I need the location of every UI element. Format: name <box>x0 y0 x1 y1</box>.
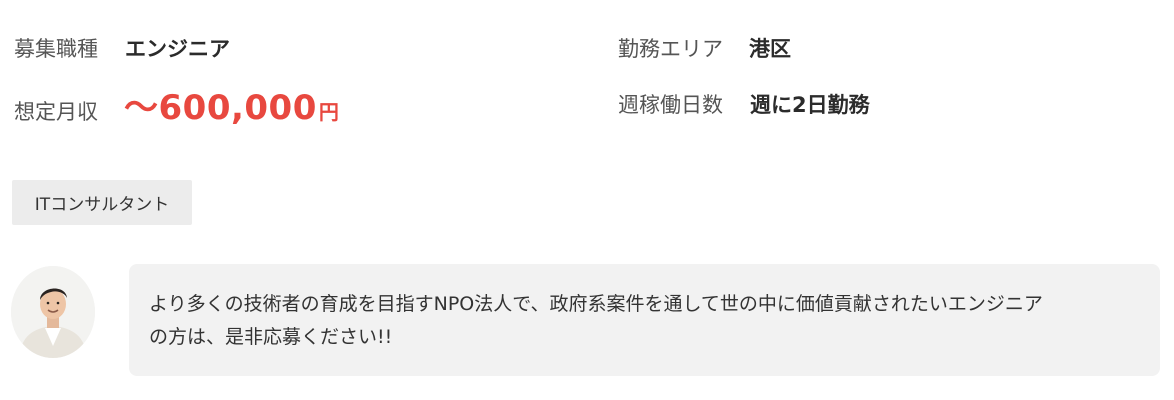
salary-amount: 〜600,000 <box>124 88 317 128</box>
workdays-value: 週に2日勤務 <box>750 93 870 117</box>
recruiter-message: より多くの技術者の育成を目指すNPO法人で、政府系案件を通して世の中に価値貢献さ… <box>129 264 1160 376</box>
work-area-row: 勤務エリア 港区 <box>618 33 791 63</box>
job-category-value: エンジニア <box>125 37 230 61</box>
job-category-row: 募集職種 エンジニア <box>14 33 230 63</box>
avatar <box>11 266 95 358</box>
workdays-row: 週稼働日数 週に2日勤務 <box>618 89 870 119</box>
salary-label: 想定月収 <box>14 100 98 124</box>
person-photo-icon <box>11 266 95 358</box>
salary-unit: 円 <box>318 100 339 124</box>
work-area-value: 港区 <box>749 37 791 61</box>
message-line-2: の方は、是非応募ください!! <box>149 326 393 348</box>
workdays-label: 週稼働日数 <box>618 93 723 117</box>
salary-value: 〜600,000 円 <box>124 80 339 129</box>
message-line-1: より多くの技術者の育成を目指すNPO法人で、政府系案件を通して世の中に価値貢献さ… <box>149 293 1043 315</box>
tag-it-consultant[interactable]: ITコンサルタント <box>12 180 192 225</box>
work-area-label: 勤務エリア <box>618 37 723 61</box>
salary-row: 想定月収 〜600,000 円 <box>14 80 339 129</box>
job-category-label: 募集職種 <box>14 37 98 61</box>
